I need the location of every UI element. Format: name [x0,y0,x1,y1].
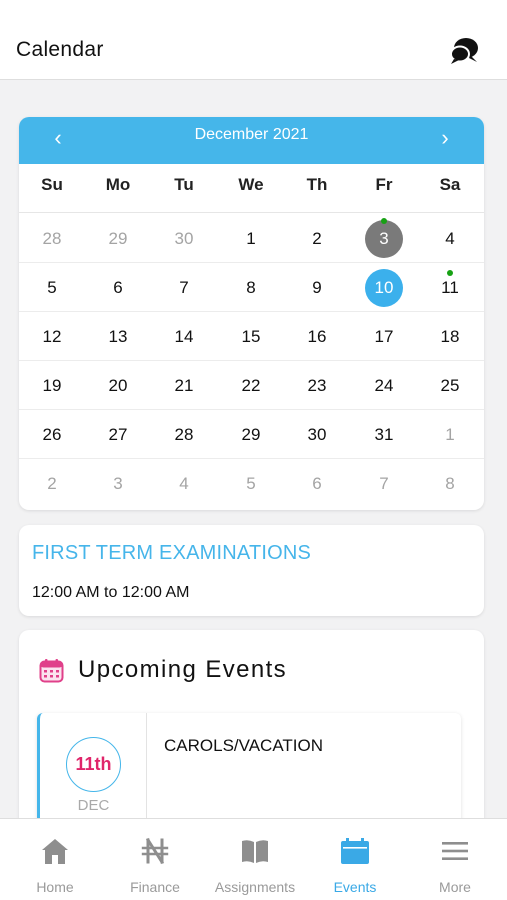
calendar-day[interactable]: 24 [351,361,417,410]
event-name: CAROLS/VACATION [164,736,324,755]
calendar-day[interactable]: 5 [218,459,284,508]
calendar-day[interactable]: 15 [218,312,284,361]
calendar-day[interactable]: 29 [85,214,151,263]
calendar-day[interactable]: 6 [85,263,151,312]
page-title: Calendar [16,38,104,61]
calendar-week-row: 2 3 4 5 6 7 8 [19,459,484,508]
event-title: FIRST TERM EXAMINATIONS [32,542,312,564]
calendar-day[interactable]: 5 [19,263,85,312]
event-time: 12:00 AM to 12:00 AM [32,584,190,601]
menu-icon [442,842,468,860]
calendar-day[interactable]: 16 [284,312,350,361]
bottom-tab-bar: Home Finance Assignments Events More [0,818,507,900]
calendar-day[interactable]: 2 [19,459,85,508]
calendar-day[interactable]: 30 [151,214,217,263]
tab-label: More [439,879,471,895]
calendar-week-row: 28 29 30 1 2 3 4 [19,214,484,263]
calendar-day[interactable]: 28 [151,410,217,459]
calendar-day[interactable]: 20 [85,361,151,410]
event-day: 11th [66,737,121,792]
calendar-day-number: 11 [441,278,459,297]
tab-assignments[interactable]: Assignments [205,819,305,900]
calendar-day[interactable]: 9 [284,263,350,312]
calendar-icon [341,838,369,864]
calendar-day[interactable]: 17 [351,312,417,361]
event-dot [381,218,387,224]
calendar-day[interactable]: 30 [284,410,350,459]
weekday-label: Mo [105,175,131,194]
home-icon [42,839,68,864]
tab-home[interactable]: Home [5,819,105,900]
upcoming-events-title: Upcoming Events [78,656,288,683]
event-dot [447,270,453,276]
calendar-day[interactable]: 4 [417,214,483,263]
naira-icon [141,837,169,865]
tab-more[interactable]: More [405,819,505,900]
calendar-day[interactable]: 18 [417,312,483,361]
calendar-week-row: 19 20 21 22 23 24 25 [19,361,484,410]
calendar-card: ‹ December 2021 › Su Mo Tu We Th Fr Sa 2… [19,117,484,510]
calendar-day[interactable]: 29 [218,410,284,459]
calendar-day[interactable]: 19 [19,361,85,410]
calendar-day-today[interactable]: 10 [351,263,417,312]
month-label: December 2021 [194,126,309,143]
calendar-day[interactable]: 31 [351,410,417,459]
tab-finance[interactable]: Finance [105,819,205,900]
calendar-icon [39,659,64,683]
calendar-day[interactable]: 14 [151,312,217,361]
calendar-week-row: 26 27 28 29 30 31 1 [19,410,484,459]
calendar-day[interactable]: 26 [19,410,85,459]
tab-label: Home [36,879,74,895]
event-month: DEC [77,797,110,814]
weekday-header-row: Su Mo Tu We Th Fr Sa [19,164,484,213]
weekday-label: We [238,175,264,194]
today-marker: 10 [365,269,403,307]
selected-event-card[interactable]: FIRST TERM EXAMINATIONS 12:00 AM to 12:0… [19,525,484,616]
calendar-day-with-event[interactable]: 11 [417,263,483,312]
calendar-day[interactable]: 1 [417,410,483,459]
calendar-day[interactable]: 7 [351,459,417,508]
calendar-day[interactable]: 28 [19,214,85,263]
weekday-label: Sa [439,175,461,194]
tab-events[interactable]: Events [305,819,405,900]
selected-day-marker: 3 [365,220,403,258]
calendar-day[interactable]: 22 [218,361,284,410]
weekday-label: Th [306,175,328,194]
calendar-day[interactable]: 6 [284,459,350,508]
calendar-day[interactable]: 13 [85,312,151,361]
tab-label: Events [333,879,377,895]
calendar-day[interactable]: 21 [151,361,217,410]
calendar-day[interactable]: 27 [85,410,151,459]
weekday-label: Tu [174,175,194,194]
book-icon [242,840,268,863]
calendar-header: ‹ December 2021 › [19,117,484,164]
tab-label: Assignments [214,879,296,895]
calendar-week-row: 5 6 7 8 9 10 11 [19,263,484,312]
calendar-day[interactable]: 25 [417,361,483,410]
calendar-day[interactable]: 8 [417,459,483,508]
calendar-day-selected[interactable]: 3 [351,214,417,263]
calendar-day[interactable]: 7 [151,263,217,312]
tab-label: Finance [130,879,180,895]
calendar-day[interactable]: 12 [19,312,85,361]
calendar-day[interactable]: 1 [218,214,284,263]
top-bar: Calendar [0,0,507,80]
chat-bubbles-icon[interactable] [449,36,481,66]
calendar-day[interactable]: 2 [284,214,350,263]
weekday-label: Su [41,175,63,194]
weekday-label: Fr [375,175,393,194]
calendar-day[interactable]: 3 [85,459,151,508]
calendar-week-row: 12 13 14 15 16 17 18 [19,312,484,361]
calendar-day[interactable]: 4 [151,459,217,508]
calendar-day[interactable]: 23 [284,361,350,410]
next-month-button[interactable]: › [430,123,460,153]
calendar-day[interactable]: 8 [218,263,284,312]
